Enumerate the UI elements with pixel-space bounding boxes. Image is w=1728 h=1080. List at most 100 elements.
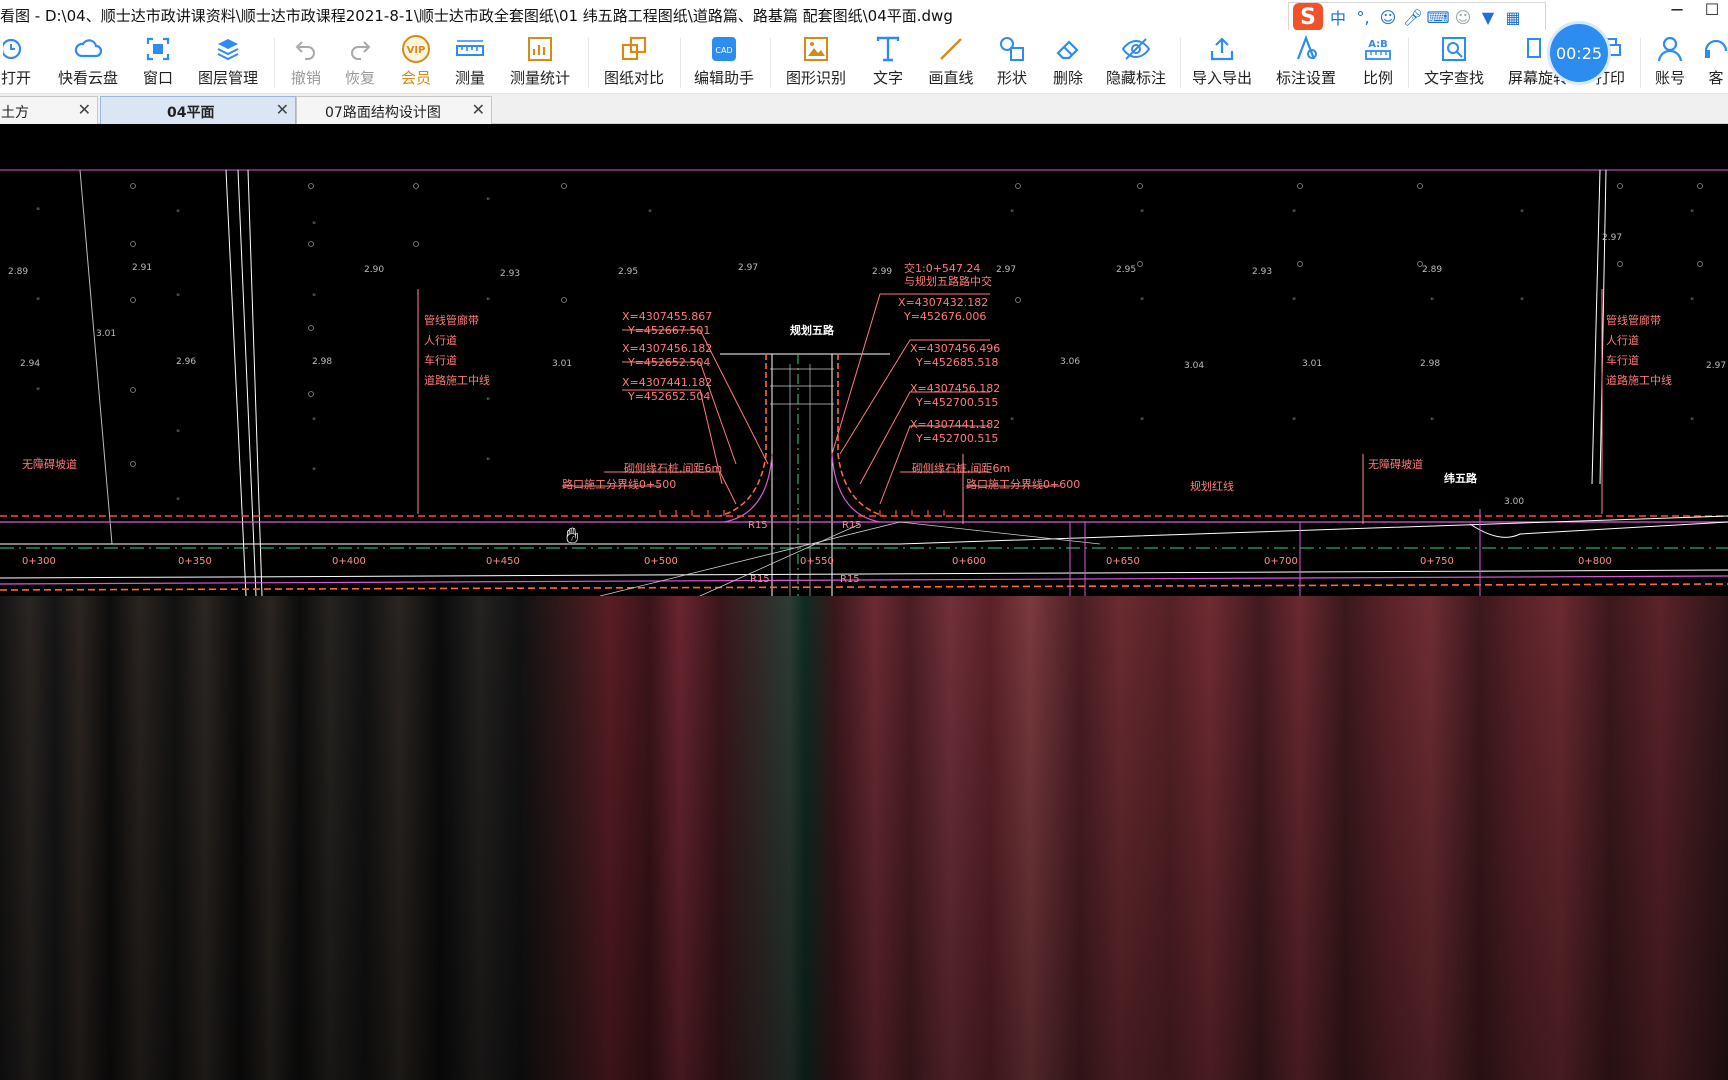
drawing-compare-button[interactable]: 图纸对比 <box>602 34 666 90</box>
svg-text:": " <box>36 207 40 217</box>
svg-text:": " <box>36 297 40 307</box>
svg-text:": " <box>1690 417 1694 427</box>
vip-button[interactable]: VIP 会员 <box>394 34 438 90</box>
svg-text:": " <box>486 457 490 467</box>
svg-text:X=4307455.867: X=4307455.867 <box>622 310 712 323</box>
shape-recognize-icon <box>801 34 831 64</box>
eye-hide-icon <box>1121 34 1151 64</box>
svg-text:": " <box>312 467 316 477</box>
svg-text:": " <box>1010 417 1014 427</box>
svg-text:人行道: 人行道 <box>424 333 457 347</box>
ime-toolbar[interactable]: S 中 °, ☺ 🎤︎ ⌨ ☺ ▼ ▦ <box>1288 2 1546 32</box>
shapes-button[interactable]: 形状 <box>990 34 1034 90</box>
cad-drawing[interactable]: X=4307455.867 Y=452667.501 X=4307456.182… <box>0 124 1728 596</box>
svg-text:2.95: 2.95 <box>618 267 638 277</box>
edit-assistant-button[interactable]: CAD 编辑助手 <box>692 34 756 90</box>
ime-mode[interactable]: 中 <box>1328 7 1348 28</box>
annotation-settings-button[interactable]: 标注设置 <box>1274 34 1338 90</box>
svg-text:": " <box>1292 297 1296 307</box>
svg-text:X=4307456.496: X=4307456.496 <box>910 342 1000 355</box>
svg-text:X=4307456.182: X=4307456.182 <box>910 382 1000 395</box>
svg-text:2.97: 2.97 <box>996 265 1016 275</box>
delete-button[interactable]: 删除 <box>1046 34 1090 90</box>
window-icon <box>143 34 173 64</box>
account-button[interactable]: 账号 <box>1648 34 1692 90</box>
tab-plan-04[interactable]: 04平面 ✕ <box>100 96 296 124</box>
svg-text:3.01: 3.01 <box>552 359 572 369</box>
svg-text:": " <box>1140 417 1144 427</box>
customer-service-button[interactable]: 客 <box>1704 34 1728 90</box>
draw-line-button[interactable]: 画直线 <box>926 34 976 90</box>
measure-button[interactable]: 测量 <box>448 34 492 90</box>
minimize-button[interactable]: ─ <box>1665 0 1689 26</box>
undo-button[interactable]: 撤销 <box>284 34 328 90</box>
shape-recognize-button[interactable]: 图形识别 <box>784 34 848 90</box>
svg-text:0+750: 0+750 <box>1420 556 1454 567</box>
toolbar-separator <box>770 38 771 88</box>
svg-text:X=4307456.182: X=4307456.182 <box>622 342 712 355</box>
svg-text:": " <box>176 209 180 219</box>
cloud-disk-button[interactable]: 快看云盘 <box>56 34 120 90</box>
svg-text:0+700: 0+700 <box>1264 556 1298 567</box>
svg-text:道路施工中线: 道路施工中线 <box>1606 373 1672 387</box>
svg-text:0+350: 0+350 <box>178 556 212 567</box>
svg-text:": " <box>648 209 652 219</box>
user-icon[interactable]: ☺ <box>1453 7 1473 27</box>
import-export-button[interactable]: 导入导出 <box>1190 34 1254 90</box>
ime-punct[interactable]: °, <box>1353 7 1373 27</box>
svg-text:规划红线: 规划红线 <box>1190 479 1234 493</box>
layer-manager-button[interactable]: 图层管理 <box>196 34 260 90</box>
svg-text:3.01: 3.01 <box>96 329 116 339</box>
drawing-canvas[interactable]: X=4307455.867 Y=452667.501 X=4307456.182… <box>0 124 1728 1080</box>
close-icon[interactable]: ✕ <box>472 100 485 119</box>
svg-text:3.06: 3.06 <box>1060 357 1080 367</box>
unrendered-drawing-area <box>0 596 1728 1080</box>
keyboard-icon[interactable]: ⌨ <box>1426 7 1449 27</box>
text-search-button[interactable]: 文字查找 <box>1420 34 1488 90</box>
svg-text:A:B: A:B <box>1368 39 1388 50</box>
svg-text:Y=452685.518: Y=452685.518 <box>915 356 998 369</box>
svg-text:Y=452676.006: Y=452676.006 <box>903 310 986 323</box>
svg-text:2.94: 2.94 <box>20 359 40 369</box>
account-icon <box>1655 34 1685 64</box>
text-button[interactable]: 文字 <box>866 34 910 90</box>
svg-text:": " <box>1292 209 1296 219</box>
redo-icon <box>345 34 375 64</box>
svg-text:3.04: 3.04 <box>1184 361 1204 371</box>
svg-text:X=4307441.182: X=4307441.182 <box>622 376 712 389</box>
recording-timer[interactable]: 00:25 <box>1550 24 1608 82</box>
hide-annotation-button[interactable]: 隐藏标注 <box>1104 34 1168 90</box>
close-icon[interactable]: ✕ <box>276 100 289 119</box>
document-tabs: 土方 ✕ 04平面 ✕ 07路面结构设计图 ✕ <box>0 94 1728 124</box>
svg-text:": " <box>1520 209 1524 219</box>
svg-text:": " <box>1690 209 1694 219</box>
close-icon[interactable]: ✕ <box>78 100 91 119</box>
open-button[interactable]: 打开 <box>0 34 38 90</box>
svg-text:VIP: VIP <box>407 45 426 56</box>
shirt-icon[interactable]: ▼ <box>1478 7 1498 27</box>
scale-button[interactable]: A:B 比例 <box>1356 34 1400 90</box>
tab-pavement-design[interactable]: 07路面结构设计图 ✕ <box>296 96 492 124</box>
svg-text:": " <box>1140 209 1144 219</box>
main-toolbar: 打开 快看云盘 窗口 图层管理 撤销 恢复 VIP 会员 测量 测量统计 图纸对… <box>0 30 1728 94</box>
export-icon <box>1207 34 1237 64</box>
svg-text:路口施工分界线0+500: 路口施工分界线0+500 <box>562 477 676 491</box>
rotate-icon <box>1523 34 1553 64</box>
emoji-icon[interactable]: ☺ <box>1378 7 1398 27</box>
svg-text:与规划五路路中交: 与规划五路路中交 <box>904 274 992 288</box>
clock-icon <box>1 34 31 64</box>
svg-text:3.01: 3.01 <box>1302 359 1322 369</box>
measure-stats-button[interactable]: 测量统计 <box>508 34 572 90</box>
svg-text:": " <box>1520 297 1524 307</box>
mic-icon[interactable]: 🎤︎ <box>1403 7 1423 27</box>
text-icon <box>873 34 903 64</box>
window-button[interactable]: 窗口 <box>136 34 180 90</box>
tab-earthwork[interactable]: 土方 ✕ <box>0 96 98 124</box>
redo-button[interactable]: 恢复 <box>338 34 382 90</box>
toolbar-separator <box>274 38 275 88</box>
svg-text:2.97: 2.97 <box>1602 233 1622 243</box>
cad-edit-icon: CAD <box>709 34 739 64</box>
maximize-button[interactable]: ☐ <box>1700 0 1724 26</box>
sogou-logo-icon[interactable]: S <box>1293 3 1323 31</box>
grid-icon[interactable]: ▦ <box>1503 7 1523 27</box>
